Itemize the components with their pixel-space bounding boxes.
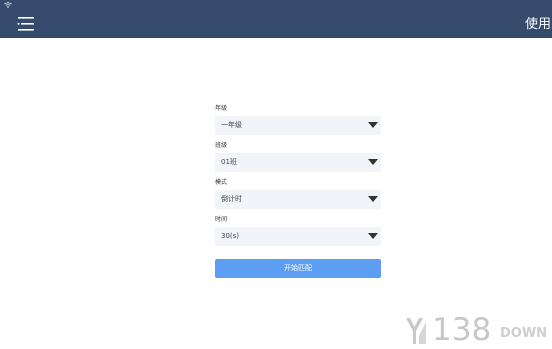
mode-label: 模式 — [215, 179, 228, 186]
watermark-digits: 138 — [432, 312, 492, 348]
grade-value: 一年级 — [221, 121, 242, 129]
dropdown-arrow-icon — [368, 159, 378, 165]
mode-value: 倒计时 — [221, 195, 242, 203]
mode-select[interactable]: 倒计时 — [215, 190, 381, 209]
dropdown-arrow-icon — [368, 196, 378, 202]
time-label: 时间 — [215, 216, 228, 223]
class-select[interactable]: 01班 — [215, 153, 381, 172]
top-app-bar: 使用 — [0, 0, 552, 38]
start-match-button[interactable]: 开始匹配 — [215, 259, 381, 278]
watermark-emblem-icon — [406, 318, 426, 344]
dropdown-arrow-icon — [368, 122, 378, 128]
grade-label: 年级 — [215, 105, 228, 112]
use-button[interactable]: 使用 — [525, 15, 551, 35]
grade-select[interactable]: 一年级 — [215, 116, 381, 135]
dropdown-arrow-icon — [368, 233, 378, 239]
wifi-icon — [4, 2, 12, 8]
time-value: 30(s) — [221, 232, 240, 240]
class-value: 01班 — [221, 158, 237, 166]
watermark-logo: 138 DOWN — [400, 314, 550, 346]
time-select[interactable]: 30(s) — [215, 227, 381, 246]
menu-icon[interactable] — [13, 13, 39, 35]
watermark-suffix: DOWN — [500, 326, 548, 341]
class-label: 班级 — [215, 142, 228, 149]
